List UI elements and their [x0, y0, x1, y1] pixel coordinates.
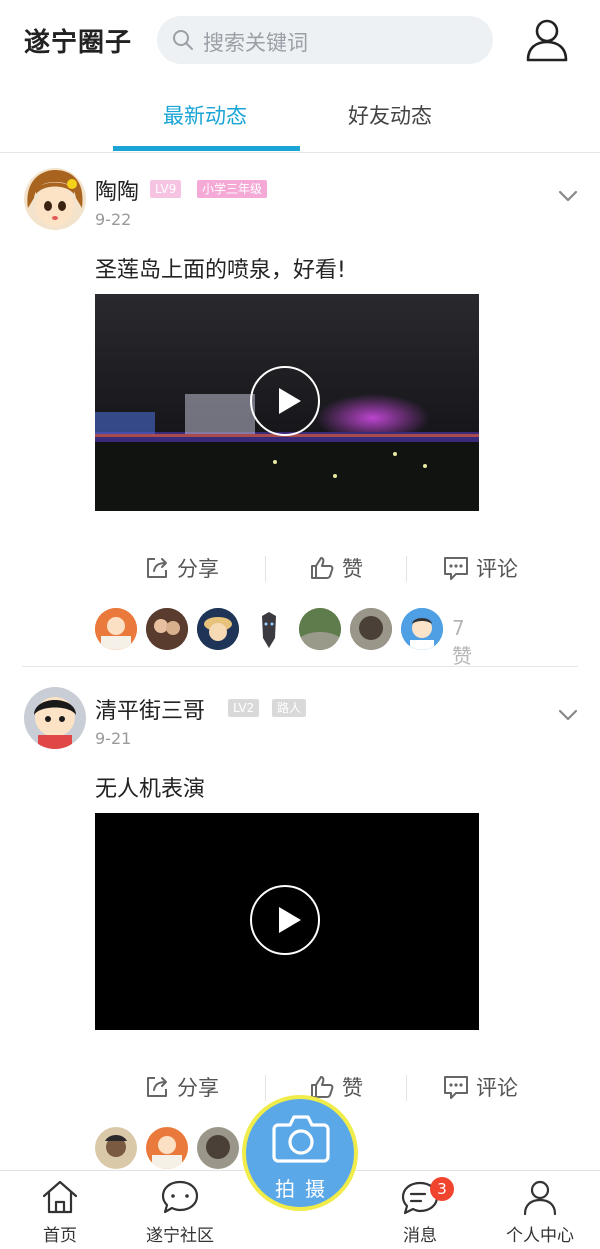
comment-label: 评论	[476, 557, 518, 581]
share-icon	[147, 1077, 167, 1097]
video-player[interactable]	[95, 813, 479, 1030]
nav-label: 消息	[403, 1226, 437, 1246]
camera-button[interactable]: 拍摄	[242, 1095, 358, 1211]
share-icon	[147, 558, 167, 578]
nav-label: 遂宁社区	[146, 1226, 214, 1246]
divider	[265, 556, 266, 582]
liker-avatar[interactable]	[146, 608, 188, 650]
post-card: 陶陶 LV9 小学三年级 9-22 圣莲岛上面的喷泉，好看! 分享 赞 评论 7…	[0, 152, 600, 668]
video-player[interactable]	[95, 294, 479, 511]
header: 遂宁圈子 搜索关键词	[0, 0, 600, 82]
liker-avatar[interactable]	[401, 608, 443, 650]
liker-avatar[interactable]	[248, 608, 290, 650]
title-badge: 小学三年级	[197, 180, 268, 198]
post-date: 9-21	[95, 729, 132, 748]
tab-indicator	[113, 146, 300, 151]
username[interactable]: 陶陶	[95, 174, 139, 206]
app-title: 遂宁圈子	[24, 28, 133, 58]
tab-bar: 最新动态 好友动态	[0, 82, 600, 153]
username[interactable]: 清平街三哥	[95, 693, 205, 725]
nav-messages[interactable]: 3 消息	[370, 1171, 470, 1249]
liker-avatar[interactable]	[299, 608, 341, 650]
chevron-down-icon[interactable]	[556, 184, 580, 208]
share-label: 分享	[177, 1076, 219, 1100]
nav-profile[interactable]: 个人中心	[490, 1171, 590, 1249]
like-label: 赞	[342, 1076, 363, 1100]
home-icon	[42, 1180, 78, 1214]
nav-community[interactable]: 遂宁社区	[130, 1171, 230, 1249]
nav-label: 首页	[43, 1226, 77, 1246]
like-label: 赞	[342, 557, 363, 581]
message-count-badge: 3	[430, 1177, 454, 1201]
comment-button[interactable]: 评论	[442, 552, 518, 584]
tab-friends[interactable]: 好友动态	[348, 100, 432, 130]
tab-latest[interactable]: 最新动态	[163, 100, 247, 130]
share-label: 分享	[177, 557, 219, 581]
avatar[interactable]	[24, 168, 86, 230]
post-text: 无人机表演	[95, 777, 206, 802]
camera-label: 拍摄	[275, 1177, 335, 1201]
divider	[406, 1075, 407, 1101]
user-icon	[523, 1180, 557, 1216]
liker-avatar[interactable]	[197, 608, 239, 650]
thumbs-up-icon	[311, 557, 334, 579]
user-icon[interactable]	[522, 14, 572, 64]
liker-avatar[interactable]	[197, 1127, 239, 1169]
comment-icon	[444, 557, 468, 580]
chat-bubble-icon	[161, 1180, 199, 1214]
liker-avatar[interactable]	[95, 608, 137, 650]
likes-count: 7赞	[452, 616, 472, 668]
share-button[interactable]: 分享	[143, 552, 219, 584]
chevron-down-icon[interactable]	[556, 703, 580, 727]
level-badge: LV9	[150, 180, 182, 198]
level-badge: LV2	[228, 699, 260, 717]
avatar[interactable]	[24, 687, 86, 749]
nav-label: 个人中心	[506, 1226, 574, 1246]
play-icon[interactable]	[250, 366, 320, 436]
search-input[interactable]: 搜索关键词	[157, 16, 493, 64]
comment-label: 评论	[476, 1076, 518, 1100]
divider	[406, 556, 407, 582]
post-date: 9-22	[95, 210, 132, 229]
title-badge: 路人	[272, 699, 307, 717]
share-button[interactable]: 分享	[143, 1071, 219, 1103]
search-icon	[173, 30, 193, 50]
divider	[22, 666, 578, 667]
action-bar: 分享 赞 评论	[0, 552, 600, 584]
liker-avatar[interactable]	[95, 1127, 137, 1169]
comment-button[interactable]: 评论	[442, 1071, 518, 1103]
like-button[interactable]: 赞	[308, 552, 363, 584]
liker-avatar[interactable]	[146, 1127, 188, 1169]
comment-icon	[444, 1076, 468, 1099]
post-text: 圣莲岛上面的喷泉，好看!	[95, 258, 346, 283]
search-placeholder: 搜索关键词	[203, 31, 308, 55]
play-icon[interactable]	[250, 885, 320, 955]
camera-icon	[272, 1115, 330, 1163]
nav-home[interactable]: 首页	[10, 1171, 110, 1249]
liker-avatar[interactable]	[350, 608, 392, 650]
divider	[265, 1075, 266, 1101]
